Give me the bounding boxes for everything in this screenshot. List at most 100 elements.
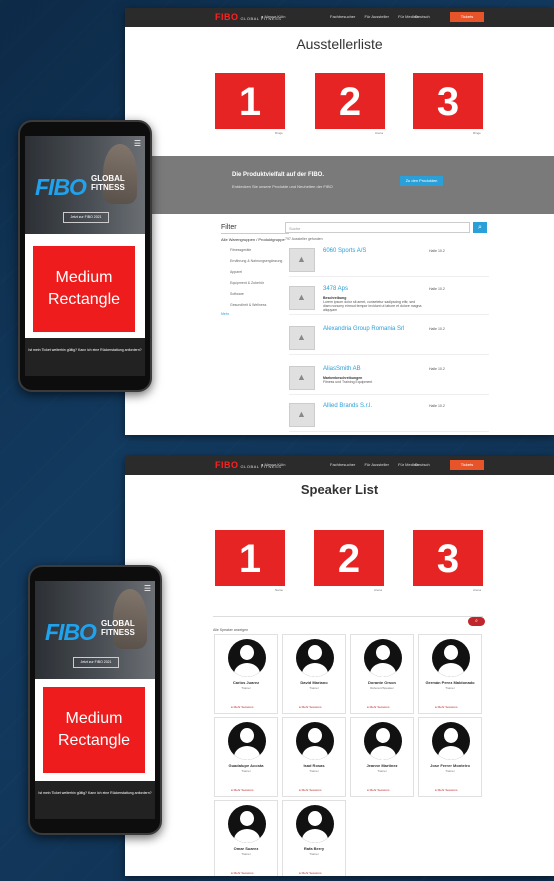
sessions-link[interactable]: ● Mehr Sessions [231,705,254,709]
search-icon[interactable]: ⌕ [473,222,487,233]
speaker-card[interactable]: Dorante Orson Referent/Speaker ● Mehr Sess… [350,634,414,714]
mobile-footer-faq[interactable]: Ist mein Ticket weiterhin gültig? Kann i… [35,781,155,819]
language-select[interactable]: Deutsch [415,462,430,467]
nav-link-exhibitors[interactable]: Für Aussteller [364,14,388,19]
sessions-link[interactable]: ● Mehr Sessions [367,705,390,709]
speaker-card[interactable]: Guadalupe Acosta Trainer ● Mehr Sessions [214,717,278,797]
exhibitor-name[interactable]: AliasSmith AB [323,366,418,373]
filter-option[interactable]: Software [230,292,289,297]
nav-link-visitors[interactable]: Fachbesucher [330,14,355,19]
exhibitor-name[interactable]: 6060 Sports A/S [323,248,418,255]
mobile-fibo-logo: FIBO [35,174,87,200]
sessions-link[interactable]: ● Mehr Sessions [435,705,458,709]
speaker-role: Trainer [445,686,455,690]
ticket-button[interactable]: Tickets [450,460,484,470]
list-item[interactable]: Alexandria Group Romania Srl Halle 10.2 [289,324,489,355]
speaker-name: Jeanne Martinez [366,763,398,768]
avatar-icon [296,805,334,843]
booth-label: Halle 10.2 [429,287,445,291]
search-icon[interactable]: ⌕ [468,617,485,626]
speaker-card[interactable]: Omar Suarez Trainer ● Mehr Sessions [214,800,278,876]
nav-link-exhibitors[interactable]: Für Aussteller [364,462,388,467]
booth-label: Halle 10.2 [429,367,445,371]
filter-label: Alle Speaker anzeigen [213,628,249,632]
sessions-link[interactable]: ● Mehr Sessions [299,871,322,875]
filter-option[interactable]: Ernährung & Nahrungsergänzung [230,259,289,264]
speaker-card[interactable]: Jose Ferrer Monteiro Trainer ● Mehr Sessio… [418,717,482,797]
banner-subtitle: Entdecken Sie unsere Produkte und Neuhei… [232,184,333,189]
ticket-button[interactable]: Tickets [450,12,484,22]
speaker-role: Trainer [241,852,251,856]
list-item[interactable]: 3478 Aps BeschreibungLorem ipsum dolor s… [289,284,489,315]
medium-rectangle-ad[interactable]: Medium Rectangle [43,687,145,773]
avatar-icon [432,722,470,760]
avatar-icon [228,722,266,760]
mobile-footer-faq[interactable]: Ist mein Ticket weiterhin gültig? Kann i… [25,338,145,376]
speaker-name: Dorante Orson [367,680,396,685]
sessions-link[interactable]: ● Mehr Sessions [231,871,254,875]
exhibitor-name[interactable]: Alexandria Group Romania Srl [323,326,418,333]
list-item[interactable]: 6060 Sports A/S Halle 10.2 [289,246,489,277]
list-item[interactable]: AliasSmith AB MarkenbeschreibungenFitnes… [289,364,489,395]
speaker-card[interactable]: Isad Rosas Trainer ● Mehr Sessions [282,717,346,797]
mobile-cta-button[interactable]: Jetzt zur FIBO 2021 [63,212,109,223]
filter-option[interactable]: Fitnessgeräte [230,248,289,253]
mobile-logo-sub: GLOBAL FITNESS [101,619,135,637]
nav-link-visitors[interactable]: Fachbesucher [330,462,355,467]
sessions-link[interactable]: ● Mehr Sessions [367,788,390,792]
filter-panel: Filter Alle Warengruppen / Produktgruppe… [221,224,289,316]
exhibitor-list-screenshot: FIBO GLOBAL FITNESS ● Messe Köln Fachbesu… [125,8,554,435]
sponsor-2[interactable]: 2 [314,530,384,586]
hamburger-menu-icon[interactable]: ☰ [144,584,151,593]
speaker-card[interactable]: Jeanne Martinez Trainer ● Mehr Sessions [350,717,414,797]
sponsor-3[interactable]: 3 [413,73,483,129]
speaker-list-screenshot: FIBO GLOBAL FITNESS ● Messe Köln Fachbesu… [125,456,554,876]
speaker-card[interactable]: Rafa Berry Trainer ● Mehr Sessions [282,800,346,876]
filter-category-select[interactable]: Alle Warengruppen / Produktgruppe [221,237,289,242]
sponsor-3[interactable]: 3 [413,530,483,586]
filter-more-link[interactable]: Mehr [221,312,289,316]
exhibitor-name[interactable]: Allied Brands S.r.l. [323,403,418,410]
sessions-link[interactable]: ● Mehr Sessions [299,705,322,709]
result-count: 797 Aussteller gefunden [285,237,323,241]
filter-option[interactable]: Gesundheit & Wellness [230,303,289,308]
avatar-icon [296,722,334,760]
mobile-hero: ☰ FIBO GLOBAL FITNESS Jetzt zur FIBO 2021 [25,136,145,234]
search-input[interactable]: Suche [285,222,470,233]
speaker-card[interactable]: David Mariano Trainer ● Mehr Sessions [282,634,346,714]
speaker-role: Trainer [445,769,455,773]
exhibitor-description: Markenbeschreibungen Fitness und Training… [323,376,373,384]
sessions-link[interactable]: ● Mehr Sessions [231,788,254,792]
page-title: Speaker List [300,482,379,497]
hamburger-menu-icon[interactable]: ☰ [134,139,141,148]
speaker-name: Isad Rosas [303,763,325,768]
sponsor-1[interactable]: 1 [215,73,285,129]
filter-option[interactable]: Equipment & Zubehör [230,281,289,286]
sponsor-2[interactable]: 2 [315,73,385,129]
avatar-icon [432,639,470,677]
mobile-cta-button[interactable]: Jetzt zur FIBO 2021 [73,657,119,668]
medium-rectangle-ad[interactable]: Medium Rectangle [33,246,135,332]
sponsor-1-label: Ringe [275,131,283,135]
sponsor-1[interactable]: 1 [215,530,285,586]
image-placeholder-icon [289,248,315,272]
speaker-name: David Mariano [300,680,328,685]
products-button[interactable]: Zu den Produkten [400,176,443,186]
booth-label: Halle 10.2 [429,404,445,408]
mobile-logo-sub: GLOBAL FITNESS [91,174,125,192]
list-item[interactable]: Allied Brands S.r.l. Halle 10.2 [289,401,489,432]
nav-links: Fachbesucher Für Aussteller Für Medien [330,462,426,467]
sessions-link[interactable]: ● Mehr Sessions [435,788,458,792]
sponsor-3-label: Ringe [473,131,481,135]
exhibitor-name[interactable]: 3478 Aps [323,286,418,293]
sponsor-2-label: Arena [374,588,383,592]
nav-links: Fachbesucher Für Aussteller Für Medien [330,14,426,19]
speaker-card[interactable]: Carlos Juarez Trainer ● Mehr Sessions [214,634,278,714]
avatar-icon [228,805,266,843]
filter-option[interactable]: Apparel [230,270,289,275]
language-select[interactable]: Deutsch [415,14,430,19]
exhibitor-description: Beschreibung Lorem ipsum dolor sit amet, … [323,296,422,312]
speaker-card[interactable]: Germán Perez Maldonado Trainer ● Mehr Sess… [418,634,482,714]
speaker-role: Trainer [309,852,319,856]
sessions-link[interactable]: ● Mehr Sessions [299,788,322,792]
